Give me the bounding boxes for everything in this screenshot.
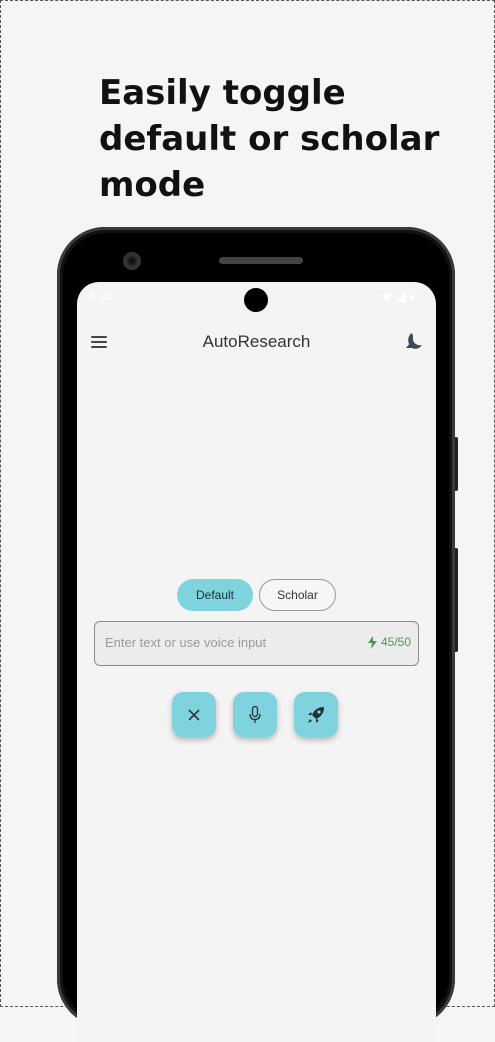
rocket-icon [308, 706, 324, 723]
clear-button[interactable] [172, 692, 216, 737]
dark-mode-icon[interactable] [404, 331, 424, 351]
credit-counter: 45/50 [367, 635, 411, 649]
mode-default-chip[interactable]: Default [177, 579, 253, 611]
close-icon [188, 708, 200, 721]
phone-screen: 8:18 AutoResearch Default Scholar Enter [77, 282, 436, 1042]
lightning-bolt-icon [367, 635, 377, 649]
status-time: 8:18 [89, 291, 111, 303]
status-bar: 8:18 [77, 282, 436, 320]
promo-headline: Easily toggle default or scholar mode [99, 73, 440, 205]
credit-counter-value: 45/50 [380, 635, 411, 649]
status-icons [382, 292, 416, 302]
submit-research-button[interactable] [294, 692, 338, 737]
app-title: AutoResearch [202, 332, 311, 351]
front-camera [123, 252, 141, 270]
punch-hole-camera [244, 288, 268, 312]
action-buttons [172, 692, 338, 737]
app-bar: AutoResearch [77, 318, 436, 368]
mode-toggle: Default Scholar [77, 579, 436, 611]
battery-icon [410, 294, 414, 300]
query-input[interactable]: Enter text or use voice input 45/50 [94, 621, 419, 666]
phone-frame: 8:18 AutoResearch Default Scholar Enter [57, 227, 455, 1042]
mode-scholar-chip[interactable]: Scholar [259, 579, 336, 611]
microphone-icon [249, 705, 261, 723]
wifi-icon [382, 293, 392, 301]
query-input-placeholder: Enter text or use voice input [105, 635, 267, 650]
phone-speaker [219, 257, 303, 264]
signal-icon [396, 292, 406, 302]
voice-input-button[interactable] [233, 692, 277, 737]
